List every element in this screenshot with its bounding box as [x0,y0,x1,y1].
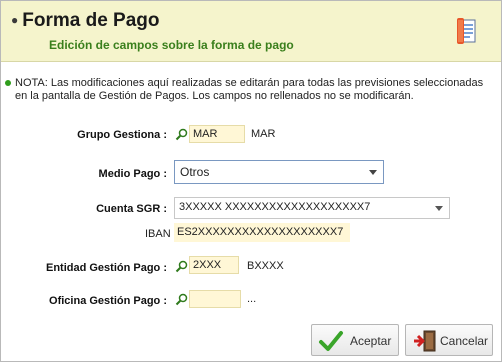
checkmark-icon [319,331,343,351]
dialog-window: ● Forma de Pago Edición de campos sobre l… [0,0,502,362]
dialog-subtitle: Edición de campos sobre la forma de pago [49,38,294,52]
oficina-gestion-pago-input[interactable] [189,290,241,308]
entidad-gestion-pago-label: Entidad Gestión Pago : [45,262,167,274]
pin-icon: ● [11,13,19,27]
cancel-button[interactable]: Cancelar [405,324,493,356]
cancel-button-label: Cancelar [440,334,489,348]
note-bullet-icon [5,80,11,86]
chevron-down-icon[interactable] [369,170,377,175]
entidad-gestion-pago-description: BXXXX [247,260,284,272]
medio-pago-value: Otros [180,165,210,179]
cuenta-sgr-value: 3XXXXX XXXXXXXXXXXXXXXXXXX7 [179,201,371,213]
chevron-down-icon[interactable] [435,206,443,211]
accept-button-label: Aceptar [350,334,392,348]
note-text: NOTA: Las modificaciones aquí realizadas… [15,77,484,102]
medio-pago-select[interactable]: Otros [174,160,384,184]
dialog-header: ● Forma de Pago Edición de campos sobre l… [1,1,501,62]
entidad-gestion-pago-input[interactable]: 2XXX [189,256,239,274]
iban-input[interactable]: ES2XXXXXXXXXXXXXXXXXXX7 [174,223,350,242]
iban-label: IBAN [145,228,171,240]
oficina-gestion-pago-description: ... [247,293,257,305]
grupo-gestiona-label: Grupo Gestiona : [77,129,167,141]
dialog-title-text: Forma de Pago [22,10,160,31]
medio-pago-label: Medio Pago : [98,168,167,180]
search-icon[interactable] [175,260,188,273]
search-icon[interactable] [175,128,188,141]
cuenta-sgr-label: Cuenta SGR : [96,203,167,215]
search-icon[interactable] [175,293,188,306]
grupo-gestiona-description: MAR [251,128,276,140]
dialog-title: ● Forma de Pago [11,10,160,32]
exit-door-icon [414,330,436,352]
accept-button[interactable]: Aceptar [311,324,399,356]
oficina-gestion-pago-label: Oficina Gestión Pago : [49,295,167,307]
grupo-gestiona-input[interactable]: MAR [189,125,245,143]
cuenta-sgr-select[interactable]: 3XXXXX XXXXXXXXXXXXXXXXXXX7 [174,197,450,219]
form-document-icon [457,18,476,44]
